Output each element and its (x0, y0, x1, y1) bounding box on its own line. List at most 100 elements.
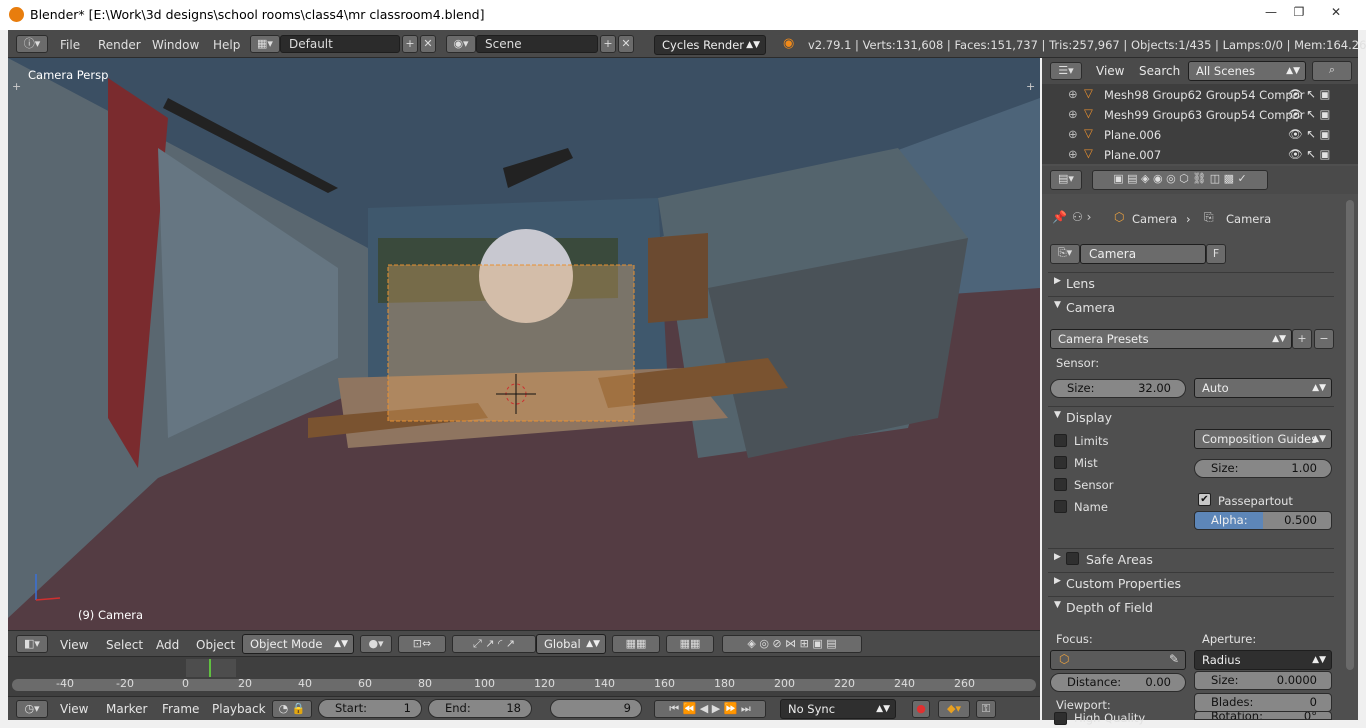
scene-icon[interactable]: ◉▾ (446, 35, 476, 53)
playback-controls[interactable]: ⏮ ⏪ ◀ ▶ ⏩ ⏭ (654, 700, 766, 718)
dof-panel-header[interactable]: ▼ Depth of Field (1048, 596, 1334, 618)
lens-panel-header[interactable]: ▶ Lens (1048, 272, 1334, 294)
timeline-view-menu[interactable]: View (60, 702, 88, 716)
alpha-slider[interactable]: Alpha: 0.500 (1194, 511, 1332, 530)
manipulator-icons[interactable]: ⤢ ↗ ◜ ↗ (452, 635, 536, 653)
timeline-frame-menu[interactable]: Frame (162, 702, 199, 716)
end-frame-field[interactable]: End: 18 (428, 699, 532, 718)
view-menu[interactable]: View (60, 638, 88, 652)
mist-checkbox[interactable] (1054, 456, 1067, 469)
pin-icon[interactable]: 📌 (1052, 210, 1067, 224)
outliner-editor-icon[interactable]: ☰▾ (1050, 62, 1082, 80)
add-menu[interactable]: Add (156, 638, 179, 652)
current-frame-field[interactable]: 9 (550, 699, 642, 718)
toolshelf-toggle-icon[interactable]: + (12, 80, 21, 93)
snap-tools-icons[interactable]: ◈ ◎ ⊘ ⋈ ⊞ ▣ ▤ (722, 635, 862, 653)
outliner-row[interactable]: ⊕ ▽ Plane.006 👁 ↖ ▣ (1042, 124, 1347, 144)
custom-properties-panel-header[interactable]: ▶ Custom Properties (1048, 572, 1334, 594)
menu-window[interactable]: Window (152, 38, 199, 52)
mode-dropdown[interactable]: Object Mode ▲▼ (242, 634, 354, 654)
focus-object-field[interactable]: ⬡ ✎ (1050, 650, 1186, 670)
aperture-type-dropdown[interactable]: Radius ▲▼ (1194, 650, 1332, 670)
passepartout-checkbox[interactable]: ✔ (1198, 493, 1211, 506)
record-icon[interactable]: ● (912, 700, 930, 718)
composition-guides-dropdown[interactable]: Composition Guides ▲▼ (1194, 429, 1332, 449)
camera-panel-header[interactable]: ▼ Camera (1048, 296, 1334, 318)
camera-presets-dropdown[interactable]: Camera Presets ▲▼ (1050, 329, 1292, 349)
aperture-size-field[interactable]: Size: 0.0000 (1194, 671, 1332, 690)
remove-layout-icon[interactable]: ✕ (420, 35, 436, 53)
properties-editor-icon[interactable]: ▤▾ (1050, 170, 1082, 190)
keyframe-icon[interactable]: ⚿ (976, 700, 996, 718)
blades-field[interactable]: Blades: 0 (1194, 693, 1332, 712)
minimize-button[interactable]: — (1258, 4, 1284, 20)
outliner-row[interactable]: ⊕ ▽ Plane.007 👁 ↖ ▣ (1042, 144, 1347, 164)
menu-render[interactable]: Render (98, 38, 141, 52)
visibility-icons[interactable]: 👁 ↖ ▣ (1288, 87, 1330, 101)
layers-grid-icon-2[interactable]: ▦▦ (666, 635, 714, 653)
screen-layout-field[interactable]: Default (280, 35, 400, 53)
sensor-fit-dropdown[interactable]: Auto ▲▼ (1194, 378, 1332, 398)
outliner-row[interactable]: ⊕ ▽ Mesh98 Group62 Group54 Compor 👁 ↖ ▣ (1042, 84, 1347, 104)
safe-areas-checkbox[interactable] (1066, 552, 1079, 565)
maximize-button[interactable]: ❐ (1286, 4, 1312, 20)
expand-icon[interactable]: ⊕ (1068, 87, 1078, 101)
display-panel-header[interactable]: ▼ Display (1048, 406, 1334, 428)
add-preset-icon[interactable]: + (1292, 329, 1312, 349)
editor-type-info-icon[interactable]: ⓘ▾ (16, 35, 48, 53)
select-menu[interactable]: Select (106, 638, 143, 652)
name-checkbox[interactable] (1054, 500, 1067, 513)
sensor-checkbox[interactable] (1054, 478, 1067, 491)
pivot-icon[interactable]: ⊡⇔ (398, 635, 446, 653)
visibility-icons[interactable]: 👁 ↖ ▣ (1288, 147, 1330, 161)
rotation-field[interactable]: Rotation: 0° (1194, 711, 1332, 720)
safe-areas-panel-header[interactable]: ▶ Safe Areas (1048, 548, 1334, 570)
add-layout-icon[interactable]: + (402, 35, 418, 53)
focus-distance-field[interactable]: Distance: 0.00 (1050, 673, 1186, 692)
expand-icon[interactable]: ⊕ (1068, 127, 1078, 141)
timeline-marker-menu[interactable]: Marker (106, 702, 147, 716)
editor-type-3d-icon[interactable]: ◧▾ (16, 635, 48, 653)
timeline-scrollbar[interactable]: -40 -20 0 20 40 60 80 100 120 140 160 18… (12, 677, 1036, 691)
fake-user-button[interactable]: F (1206, 244, 1226, 264)
menu-file[interactable]: File (60, 38, 80, 52)
outliner-search-menu[interactable]: Search (1139, 64, 1180, 78)
sync-dropdown[interactable]: No Sync ▲▼ (780, 699, 896, 719)
start-frame-field[interactable]: Start: 1 (318, 699, 422, 718)
shading-icon[interactable]: ●▾ (360, 635, 392, 653)
close-window-button[interactable]: ✕ (1314, 4, 1358, 20)
current-frame-marker[interactable] (209, 659, 211, 677)
camera-datablock-icon[interactable]: ⎘▾ (1050, 244, 1080, 264)
add-scene-icon[interactable]: + (600, 35, 616, 53)
outliner-filter-dropdown[interactable]: All Scenes ▲▼ (1188, 61, 1306, 81)
menu-help[interactable]: Help (213, 38, 240, 52)
expand-icon[interactable]: ⊕ (1068, 107, 1078, 121)
visibility-icons[interactable]: 👁 ↖ ▣ (1288, 107, 1330, 121)
layers-grid-icon[interactable]: ▦▦ (612, 635, 660, 653)
preview-range-icon[interactable]: ◔ 🔒 (272, 700, 312, 718)
outliner-row[interactable]: ⊕ ▽ Mesh99 Group63 Group54 Compor 👁 ↖ ▣ (1042, 104, 1347, 124)
eyedropper-icon[interactable]: ✎ (1169, 651, 1179, 667)
display-size-field[interactable]: Size: 1.00 (1194, 459, 1332, 478)
sensor-size-field[interactable]: Size: 32.00 (1050, 379, 1186, 398)
keying-icon[interactable]: ◆▾ (938, 700, 970, 718)
high-quality-checkbox[interactable] (1054, 712, 1067, 725)
render-engine-dropdown[interactable]: Cycles Render ▲▼ (654, 35, 766, 55)
timeline-playback-menu[interactable]: Playback (212, 702, 266, 716)
visibility-icons[interactable]: 👁 ↖ ▣ (1288, 127, 1330, 141)
outliner-view-menu[interactable]: View (1096, 64, 1124, 78)
camera-datablock-name[interactable]: Camera (1080, 244, 1206, 264)
timeline-area[interactable]: -40 -20 0 20 40 60 80 100 120 140 160 18… (8, 656, 1040, 696)
screen-layout-icon[interactable]: ▦▾ (250, 35, 280, 53)
properties-toggle-icon[interactable]: + (1026, 80, 1035, 93)
properties-scrollbar[interactable] (1346, 200, 1354, 670)
3d-viewport[interactable]: Camera Persp (9) Camera + + (8, 58, 1040, 630)
expand-icon[interactable]: ⊕ (1068, 147, 1078, 161)
orientation-dropdown[interactable]: Global ▲▼ (536, 634, 606, 654)
clock-icon[interactable]: ◷▾ (16, 700, 48, 718)
limits-checkbox[interactable] (1054, 434, 1067, 447)
remove-preset-icon[interactable]: − (1314, 329, 1334, 349)
object-menu[interactable]: Object (196, 638, 235, 652)
context-tabs[interactable]: ▣ ▤ ◈ ◉ ◎ ⬡ ⛓ ◫ ▩ ✓ (1092, 170, 1268, 190)
remove-scene-icon[interactable]: ✕ (618, 35, 634, 53)
